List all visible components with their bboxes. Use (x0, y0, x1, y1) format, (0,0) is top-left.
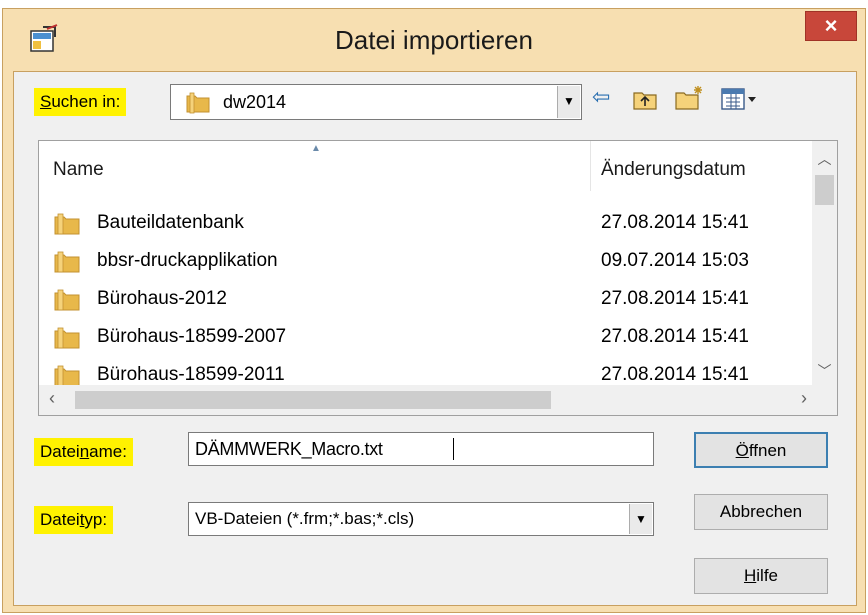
view-menu-icon[interactable] (720, 86, 760, 112)
look-in-combo[interactable]: dw2014 ▼ (170, 84, 582, 120)
folder-icon (54, 251, 80, 273)
import-dialog-window: Datei importieren × Suchen in: dw2014 ▼ … (2, 8, 866, 613)
scroll-right-icon[interactable]: › (801, 388, 807, 409)
list-item[interactable]: Bauteildatenbank 27.08.2014 15:41 (39, 205, 814, 243)
new-folder-icon[interactable] (674, 84, 706, 112)
title-bar: Datei importieren × (3, 9, 865, 71)
file-name: Bauteildatenbank (97, 212, 244, 233)
filetype-label-a: Datei (40, 510, 80, 529)
list-item[interactable]: Bürohaus-18599-2007 27.08.2014 15:41 (39, 319, 814, 357)
column-separator[interactable] (590, 141, 591, 191)
back-icon[interactable]: ⇦ (592, 84, 610, 110)
file-name: Bürohaus-2012 (97, 288, 227, 309)
folder-icon (186, 92, 210, 114)
folder-icon (54, 289, 80, 311)
filename-value: DÄMMWERK_Macro.txt (195, 439, 383, 459)
file-name: Bürohaus-18599-2007 (97, 326, 287, 347)
filename-input[interactable]: DÄMMWERK_Macro.txt (188, 432, 654, 466)
file-name: Bürohaus-18599-2011 (97, 364, 285, 385)
folder-icon (54, 327, 80, 349)
list-item[interactable]: Bürohaus-2012 27.08.2014 15:41 (39, 281, 814, 319)
look-in-label: Suchen in: (34, 88, 127, 116)
file-name: bbsr-druckapplikation (97, 250, 278, 271)
help-accel: H (743, 566, 757, 585)
window-title: Datei importieren (335, 25, 533, 55)
file-date: 27.08.2014 15:41 (601, 212, 749, 233)
look-in-label-accel: S (40, 92, 52, 111)
horizontal-scrollbar[interactable]: ‹ › (39, 385, 837, 415)
file-list: ▲ Name Änderungsdatum Bauteildatenbank 27… (38, 140, 838, 416)
text-caret (453, 438, 454, 460)
file-date: 27.08.2014 15:41 (601, 288, 749, 309)
filetype-combo[interactable]: VB-Dateien (*.frm;*.bas;*.cls) ▼ (188, 502, 654, 536)
filetype-label: Dateityp: (34, 506, 114, 534)
folder-icon (54, 213, 80, 235)
look-in-value: dw2014 (223, 92, 287, 112)
scroll-down-icon[interactable]: ﹀ (812, 361, 837, 381)
open-button[interactable]: Öffnen (694, 432, 828, 468)
filename-label-a: Datei (40, 442, 80, 461)
sort-ascending-icon: ▲ (311, 143, 321, 154)
filename-label-accel: n (79, 442, 90, 461)
scroll-left-icon[interactable]: ‹ (49, 388, 55, 409)
file-date: 09.07.2014 15:03 (601, 250, 749, 271)
cancel-button[interactable]: Abbrechen (694, 494, 828, 530)
filetype-label-b: yp: (84, 510, 108, 529)
horizontal-scroll-thumb[interactable] (75, 391, 551, 409)
close-button[interactable]: × (805, 11, 857, 41)
file-date: 27.08.2014 15:41 (601, 326, 749, 347)
scroll-up-icon[interactable]: ︿ (812, 149, 837, 169)
filetype-value: VB-Dateien (*.frm;*.bas;*.cls) (195, 509, 415, 528)
help-text: ilfe (756, 566, 778, 585)
column-header-name[interactable]: Name (53, 159, 104, 181)
dialog-body: Suchen in: dw2014 ▼ ⇦ ▲ Name Änderungsda… (13, 71, 857, 606)
vertical-scrollbar[interactable]: ︿ ﹀ (812, 141, 837, 385)
column-header-date[interactable]: Änderungsdatum (601, 159, 746, 181)
open-text: ffnen (748, 441, 787, 460)
filetype-dropdown-arrow[interactable]: ▼ (629, 504, 652, 534)
file-date: 27.08.2014 15:41 (601, 364, 749, 385)
help-button[interactable]: Hilfe (694, 558, 828, 594)
list-item[interactable]: bbsr-druckapplikation 09.07.2014 15:03 (39, 243, 814, 281)
look-in-label-text: uchen in: (51, 92, 121, 111)
filename-label-b: ame: (89, 442, 127, 461)
vertical-scroll-thumb[interactable] (815, 175, 834, 205)
look-in-dropdown-arrow[interactable]: ▼ (557, 86, 580, 118)
up-folder-icon[interactable] (632, 88, 658, 112)
filename-label: Dateiname: (34, 438, 133, 466)
open-accel: Ö (735, 441, 749, 460)
